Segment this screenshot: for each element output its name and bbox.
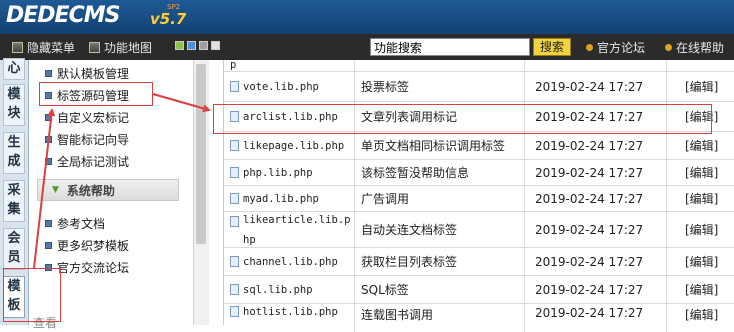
arrow-to-menu <box>33 108 56 269</box>
annotation-arrows <box>33 93 211 269</box>
arrow-to-row <box>152 93 211 113</box>
